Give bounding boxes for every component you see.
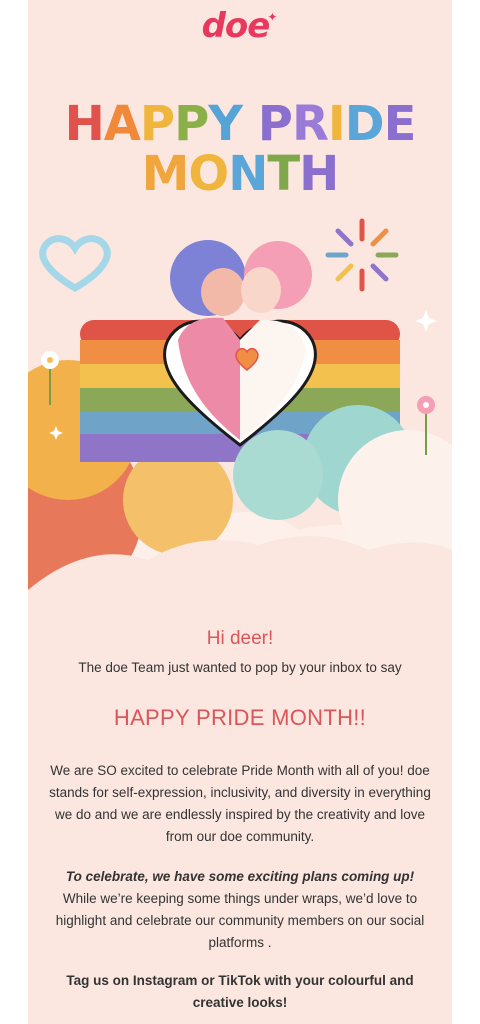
headline-letter: H bbox=[299, 146, 339, 202]
headline-letter: P bbox=[174, 96, 209, 152]
paragraph-1: We are SO excited to celebrate Pride Mon… bbox=[49, 763, 431, 844]
pride-illustration bbox=[28, 218, 452, 620]
sparkle-icon-right bbox=[415, 310, 437, 332]
headline-letter: I bbox=[327, 96, 346, 152]
headline-letter: H bbox=[64, 96, 105, 152]
trans-heart-icon bbox=[39, 235, 111, 293]
paragraph-2: To celebrate, we have some exciting plan… bbox=[48, 866, 432, 954]
headline-letter bbox=[242, 98, 258, 150]
paragraph-3: Tag us on Instagram or TikTok with your … bbox=[66, 973, 414, 1010]
face-left bbox=[201, 268, 245, 316]
greeting: Hi deer! bbox=[206, 628, 274, 649]
headline-letter: T bbox=[267, 146, 300, 202]
headline-line-2: MONTH bbox=[28, 148, 452, 200]
paragraph-2-emphasis: To celebrate, we have some exciting plan… bbox=[65, 869, 415, 884]
headline-letter: D bbox=[344, 96, 385, 152]
cloud-teal-2 bbox=[233, 430, 323, 520]
headline-letter: N bbox=[228, 146, 268, 202]
headline-letter: E bbox=[383, 96, 417, 152]
paragraph-2-rest: While we’re keeping some things under wr… bbox=[55, 891, 425, 950]
headline-letter: R bbox=[291, 96, 329, 152]
logo-text: doe bbox=[201, 6, 271, 46]
intro-text: The doe Team just wanted to pop by your … bbox=[78, 660, 402, 675]
headline-letter: A bbox=[103, 96, 141, 152]
headline-letter: P bbox=[257, 96, 293, 152]
sparkle-icon: ✦ bbox=[267, 10, 277, 24]
firework-icon bbox=[325, 218, 399, 292]
email-body: doe✦ HAPPY PRIDE MONTH Hi deer! The doe … bbox=[28, 0, 452, 1024]
headline-letter: P bbox=[139, 96, 175, 152]
headline-letter: O bbox=[188, 146, 229, 202]
headline-letter: M bbox=[141, 146, 190, 202]
brand-logo[interactable]: doe✦ bbox=[28, 6, 452, 46]
pride-title: HAPPY PRIDE MONTH!! bbox=[113, 705, 367, 730]
headline-letter: Y bbox=[208, 96, 243, 152]
headline-line-1: HAPPY PRIDE bbox=[28, 98, 452, 150]
face-right bbox=[241, 267, 281, 313]
